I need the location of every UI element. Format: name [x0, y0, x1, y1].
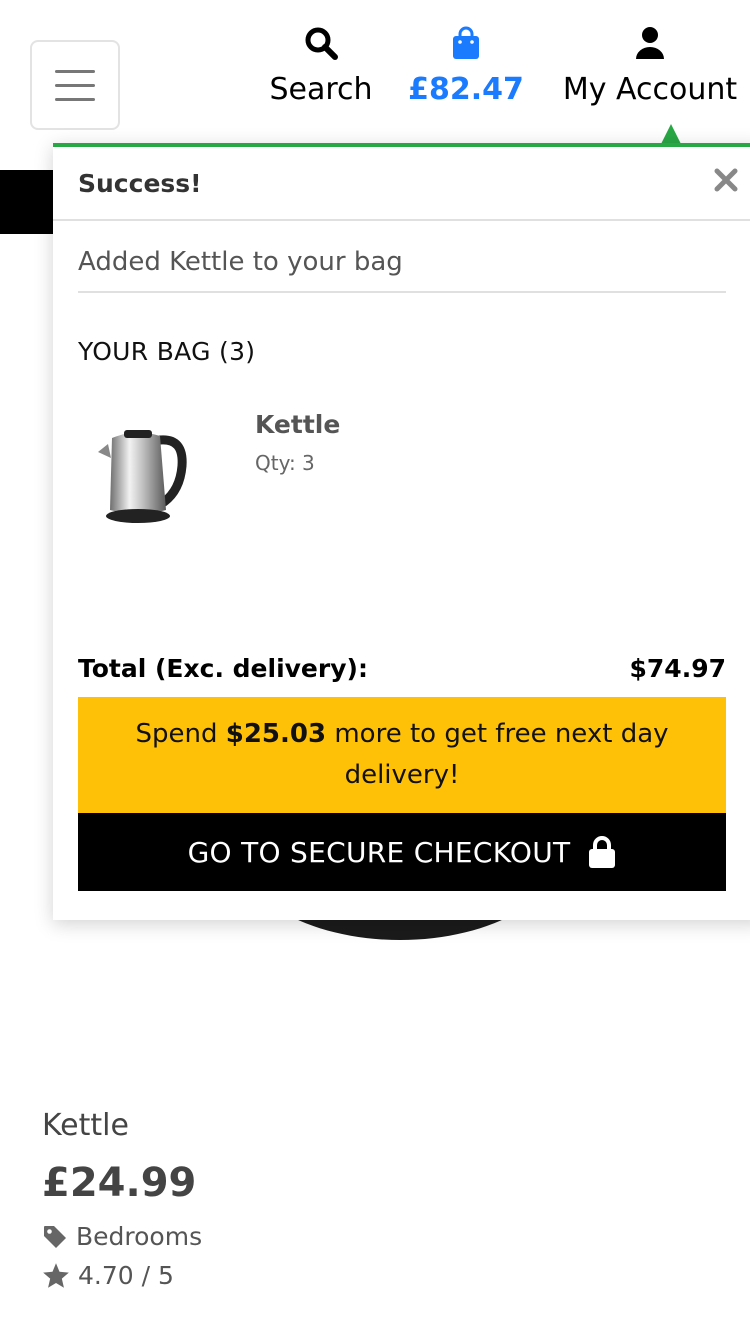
- secure-checkout-button[interactable]: GO TO SECURE CHECKOUT: [78, 813, 726, 891]
- product-name: Kettle: [42, 1108, 129, 1143]
- toast-header: Success!: [53, 147, 750, 221]
- product-info: Kettle £24.99 Bedrooms 4.70 / 5: [42, 1106, 202, 1290]
- product-category-link[interactable]: Bedrooms: [42, 1222, 202, 1251]
- search-icon: [262, 24, 380, 62]
- nav-search-label: Search: [269, 72, 373, 107]
- toast-pointer: [661, 124, 681, 144]
- nav-bag-total: £82.47: [408, 72, 524, 107]
- bag-total-row: Total (Exc. delivery): $74.97: [78, 654, 726, 683]
- menu-toggle-button[interactable]: [30, 40, 120, 130]
- toast-message: Added Kettle to your bag: [78, 221, 726, 293]
- shopping-bag-icon: [406, 24, 526, 62]
- toast-body: Added Kettle to your bag YOUR BAG (3) Ke…: [53, 221, 750, 891]
- checkout-label: GO TO SECURE CHECKOUT: [187, 835, 571, 869]
- hamburger-icon: [55, 69, 95, 73]
- bag-item-qty: Qty: 3: [255, 451, 315, 475]
- star-icon: [43, 1263, 69, 1288]
- close-icon[interactable]: [711, 165, 741, 195]
- user-icon: [552, 24, 748, 62]
- kettle-thumbnail: [78, 410, 208, 540]
- free-delivery-banner: Spend $25.03 more to get free next day d…: [78, 697, 726, 813]
- bag-item-details: Kettle Qty: 3: [255, 410, 340, 570]
- bag-total-value: $74.97: [629, 654, 726, 683]
- nav-bag-link[interactable]: £82.47: [406, 24, 526, 110]
- product-category-label: Bedrooms: [76, 1222, 203, 1251]
- tag-icon: [44, 1225, 66, 1248]
- bag-success-toast: Success! Added Kettle to your bag YOUR B…: [53, 143, 750, 920]
- product-rating: 4.70 / 5: [42, 1261, 202, 1290]
- delivery-amount: $25.03: [225, 719, 327, 749]
- bag-total-label: Total (Exc. delivery):: [78, 654, 368, 683]
- nav-account-label: My Account: [562, 72, 738, 107]
- nav-search-link[interactable]: Search: [262, 24, 380, 110]
- delivery-prefix: Spend: [135, 719, 226, 749]
- nav-account-link[interactable]: My Account: [552, 24, 748, 110]
- bag-item: Kettle Qty: 3: [78, 410, 738, 570]
- lock-icon: [589, 836, 616, 868]
- page-banner-strip: [0, 170, 60, 234]
- toast-title: Success!: [78, 168, 202, 198]
- product-rating-label: 4.70 / 5: [78, 1261, 174, 1290]
- delivery-suffix: more to get free next day delivery!: [326, 719, 669, 790]
- bag-heading: YOUR BAG (3): [78, 337, 256, 366]
- bag-item-name: Kettle: [255, 410, 341, 439]
- product-price: £24.99: [42, 1160, 197, 1206]
